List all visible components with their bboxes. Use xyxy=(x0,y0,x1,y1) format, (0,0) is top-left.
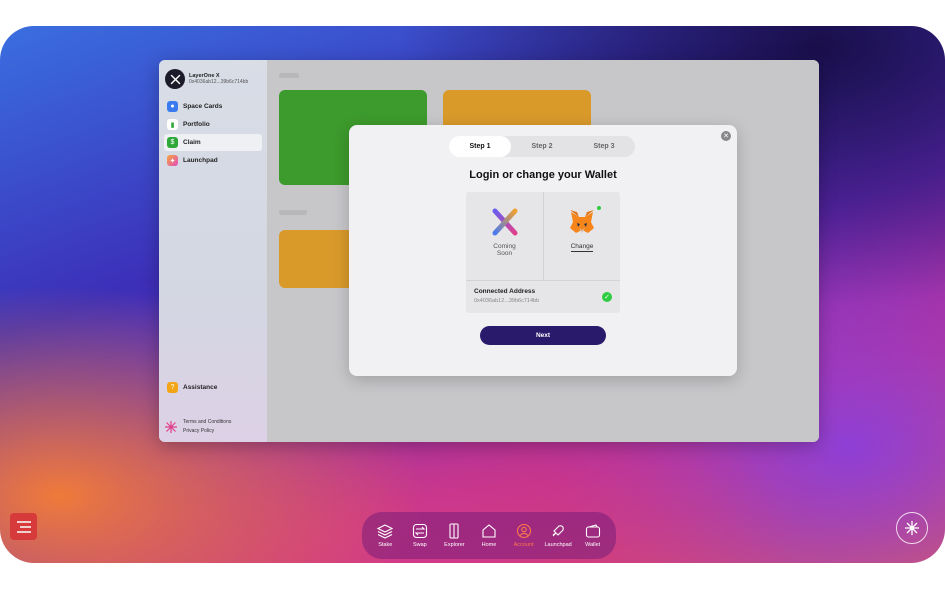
dock-item-stake[interactable]: Stake xyxy=(370,523,400,548)
dock-item-launchpad[interactable]: Launchpad xyxy=(543,523,573,548)
brand-icon xyxy=(165,421,177,433)
sidebar-nav: ● Space Cards ▮ Portfolio $ Claim ✦ Laun… xyxy=(164,98,262,170)
layerone-x-icon xyxy=(492,208,517,236)
launchpad-icon: ✦ xyxy=(167,155,178,166)
menu-button[interactable] xyxy=(10,513,37,540)
wallet-option-metamask[interactable]: Change xyxy=(543,192,620,280)
sidebar-item-label: Claim xyxy=(183,139,201,146)
layers-icon xyxy=(377,524,394,539)
dock-item-wallet[interactable]: Wallet xyxy=(578,523,608,548)
ghost-label xyxy=(279,210,307,215)
dock-label: Stake xyxy=(378,542,393,548)
metamask-fox-icon xyxy=(570,210,594,233)
rocket-icon xyxy=(552,525,564,537)
connected-address-title: Connected Address xyxy=(474,288,536,295)
sidebar-item-label: Space Cards xyxy=(183,103,223,110)
sidebar: LayerOne X 0x4036ab12...39b6c714bb ● Spa… xyxy=(159,60,267,442)
wallet-icon xyxy=(585,524,600,538)
wallet-option-coming-soon: Coming Soon xyxy=(466,192,543,280)
profile-address: 0x4036ab12...39b6c714bb xyxy=(189,79,249,85)
swap-icon xyxy=(412,523,427,539)
dock-label: Explorer xyxy=(444,542,465,548)
assistance-button[interactable]: ? Assistance xyxy=(167,382,217,393)
divider xyxy=(466,280,620,281)
dock-label: Swap xyxy=(412,542,427,548)
profile[interactable]: LayerOne X 0x4036ab12...39b6c714bb xyxy=(165,69,248,89)
footer-links: Terms and Conditions Privacy Policy xyxy=(165,418,231,436)
claim-icon: $ xyxy=(167,137,178,148)
sidebar-item-claim[interactable]: $ Claim xyxy=(164,134,262,151)
dock-item-swap[interactable]: Swap xyxy=(405,523,435,548)
hamburger-icon xyxy=(16,520,31,533)
assistant-button[interactable] xyxy=(896,512,928,544)
dock-label: Launchpad xyxy=(544,542,572,548)
dock-item-explorer[interactable]: Explorer xyxy=(439,523,469,548)
tab-step-3[interactable]: Step 3 xyxy=(573,136,635,157)
wallet-modal: ✕ Step 1 Step 2 Step 3 Login or change y… xyxy=(349,125,737,376)
dock-item-account[interactable]: Account xyxy=(509,523,539,548)
tab-step-2[interactable]: Step 2 xyxy=(511,136,573,157)
logo-icon xyxy=(170,74,180,84)
home-icon xyxy=(482,524,496,538)
dock-label: Account xyxy=(513,542,534,548)
close-icon[interactable]: ✕ xyxy=(721,131,731,141)
dock-label: Wallet xyxy=(585,542,601,548)
chart-icon: ▮ xyxy=(167,119,178,130)
question-icon: ? xyxy=(167,382,178,393)
account-icon xyxy=(516,523,531,539)
connected-dot xyxy=(597,206,601,210)
sidebar-item-portfolio[interactable]: ▮ Portfolio xyxy=(164,116,262,133)
dock-item-home[interactable]: Home xyxy=(474,523,504,548)
step-tabs: Step 1 Step 2 Step 3 xyxy=(449,136,635,157)
sidebar-item-label: Launchpad xyxy=(183,157,218,164)
terms-link[interactable]: Terms and Conditions xyxy=(183,418,231,427)
connected-address-value: 0x4036ab12...39b6c714bb xyxy=(474,298,540,304)
privacy-link[interactable]: Privacy Policy xyxy=(183,427,231,436)
tab-step-1[interactable]: Step 1 xyxy=(449,136,511,157)
explorer-icon xyxy=(449,523,459,539)
dock: Stake Swap Explorer Home Account Launchp… xyxy=(362,512,616,559)
sidebar-item-space-cards[interactable]: ● Space Cards xyxy=(164,98,262,115)
person-icon: ● xyxy=(167,101,178,112)
check-icon: ✓ xyxy=(602,292,612,302)
change-wallet-link[interactable]: Change xyxy=(570,243,594,252)
modal-title: Login or change your Wallet xyxy=(469,169,617,181)
wallet-options: Coming Soon Change Connected Address 0x4… xyxy=(466,192,620,313)
coming-soon-label: Coming Soon xyxy=(493,243,516,257)
ghost-label xyxy=(279,73,299,78)
avatar xyxy=(165,69,185,89)
sidebar-item-label: Portfolio xyxy=(183,121,210,128)
assistance-label: Assistance xyxy=(183,384,218,391)
sparkle-icon xyxy=(905,521,919,535)
sidebar-item-launchpad[interactable]: ✦ Launchpad xyxy=(164,152,262,169)
next-button[interactable]: Next xyxy=(480,326,606,345)
dock-label: Home xyxy=(481,542,497,548)
